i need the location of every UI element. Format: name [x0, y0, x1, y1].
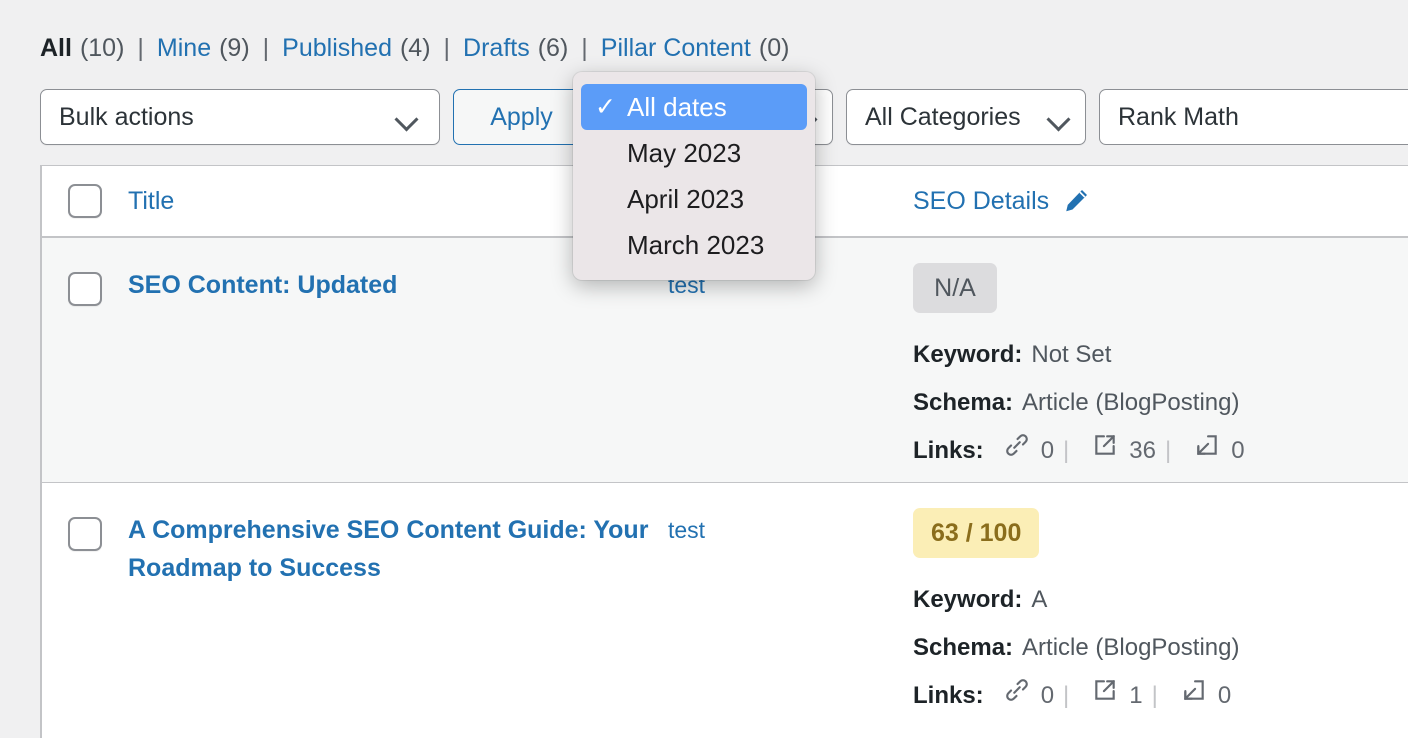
filter-link-all-label: All	[40, 34, 72, 62]
links-separator: |	[1151, 682, 1158, 709]
seo-schema-value: Article (BlogPosting)	[1022, 389, 1240, 416]
internal-links-group: 0	[1004, 672, 1054, 720]
filter-link-pillar-content[interactable]: Pillar Content (0)	[601, 34, 790, 63]
filter-link-drafts[interactable]: Drafts (6)	[463, 34, 568, 63]
seo-links-line: Links: 0 |	[913, 427, 1408, 475]
internal-links-group: 0	[1004, 427, 1054, 475]
dropdown-option-all-dates[interactable]: ✓ All dates	[581, 84, 807, 130]
seo-keyword-value: Not Set	[1031, 341, 1112, 368]
links-separator: |	[1063, 437, 1070, 464]
filter-link-all-count: (10)	[79, 34, 125, 62]
seo-keyword-line: Keyword: A	[913, 576, 1408, 624]
row-select-checkbox[interactable]	[68, 517, 102, 551]
filter-link-drafts-label: Drafts	[463, 34, 530, 62]
external-links-group: 1	[1092, 672, 1143, 720]
row-seo-details-cell: N/A Keyword: Not Set Schema: Article (Bl…	[913, 238, 1408, 475]
external-link-icon	[1092, 672, 1118, 720]
dropdown-option-all-dates-label: All dates	[627, 91, 727, 122]
incoming-link-icon	[1181, 672, 1207, 720]
link-chain-icon	[1004, 427, 1030, 475]
seo-score-badge: 63 / 100	[913, 508, 1040, 558]
rank-math-filter-field[interactable]: Rank Math	[1099, 89, 1408, 145]
external-links-count: 36	[1129, 437, 1156, 464]
filter-link-published-count: (4)	[399, 34, 431, 62]
row-category-cell: test	[668, 483, 913, 549]
row-checkbox-cell	[42, 483, 128, 551]
filter-link-published-label: Published	[282, 34, 392, 62]
date-filter-dropdown-menu: ✓ All dates May 2023 April 2023 March 20…	[573, 72, 815, 280]
link-chain-icon	[1004, 672, 1030, 720]
seo-schema-label: Schema:	[913, 389, 1014, 416]
internal-links-count: 0	[1040, 682, 1055, 709]
filter-link-mine-count: (9)	[219, 34, 250, 62]
seo-keyword-label: Keyword:	[913, 341, 1023, 368]
category-filter-select[interactable]: All Categories	[846, 89, 1086, 145]
filter-link-all[interactable]: All (10)	[40, 34, 124, 63]
filter-link-mine[interactable]: Mine (9)	[157, 34, 250, 63]
links-separator: |	[1164, 437, 1172, 464]
seo-schema-label: Schema:	[913, 634, 1014, 661]
table-row: A Comprehensive SEO Content Guide: Your …	[42, 483, 1408, 738]
checkmark-icon: ✓	[595, 93, 616, 121]
seo-schema-line: Schema: Article (BlogPosting)	[913, 624, 1408, 672]
filter-separator: |	[443, 34, 451, 62]
select-all-checkbox-cell	[42, 184, 128, 218]
dropdown-option-may-2023[interactable]: May 2023	[581, 130, 807, 176]
external-links-group: 36	[1092, 427, 1156, 475]
row-title-cell: A Comprehensive SEO Content Guide: Your …	[128, 483, 668, 587]
seo-score-badge: N/A	[913, 263, 997, 313]
incoming-links-count: 0	[1231, 437, 1245, 464]
dropdown-option-may-2023-label: May 2023	[627, 137, 742, 168]
filter-separator: |	[581, 34, 588, 62]
seo-keyword-value: A	[1031, 586, 1048, 613]
filter-link-drafts-count: (6)	[537, 34, 569, 62]
external-links-count: 1	[1129, 682, 1143, 709]
filter-link-mine-label: Mine	[156, 34, 212, 62]
post-status-filter-links: All (10) | Mine (9) | Published (4) | Dr…	[40, 34, 789, 63]
chevron-down-icon	[1049, 111, 1071, 124]
bulk-actions-value: Bulk actions	[59, 102, 194, 131]
column-header-seo-details: SEO Details	[913, 186, 1408, 216]
incoming-links-count: 0	[1217, 682, 1232, 709]
incoming-link-icon	[1194, 427, 1220, 475]
bulk-actions-select[interactable]: Bulk actions	[40, 89, 440, 145]
post-title-link[interactable]: A Comprehensive SEO Content Guide: Your …	[128, 516, 648, 582]
filter-separator: |	[262, 34, 270, 62]
filter-link-pillar-content-count: (0)	[758, 34, 790, 62]
filter-link-pillar-content-label: Pillar Content	[600, 34, 751, 62]
external-link-icon	[1092, 427, 1118, 475]
dropdown-option-march-2023-label: March 2023	[627, 229, 765, 260]
seo-links-line: Links: 0 |	[913, 672, 1408, 720]
dropdown-option-april-2023-label: April 2023	[627, 183, 745, 214]
column-header-seo-details-label: SEO Details	[913, 186, 1050, 215]
seo-keyword-label: Keyword:	[913, 586, 1023, 613]
dropdown-option-april-2023[interactable]: April 2023	[581, 176, 807, 222]
internal-links-count: 0	[1040, 437, 1055, 464]
rank-math-filter-value: Rank Math	[1118, 102, 1239, 131]
incoming-links-group: 0	[1181, 672, 1231, 720]
row-checkbox-cell	[42, 238, 128, 306]
category-link[interactable]: test	[668, 517, 705, 543]
row-select-checkbox[interactable]	[68, 272, 102, 306]
pencil-icon[interactable]	[1061, 186, 1091, 216]
seo-links-label: Links:	[913, 682, 984, 709]
apply-button[interactable]: Apply	[453, 89, 590, 145]
dropdown-option-march-2023[interactable]: March 2023	[581, 222, 807, 268]
seo-schema-value: Article (BlogPosting)	[1022, 634, 1240, 661]
chevron-down-icon	[397, 111, 419, 124]
seo-schema-line: Schema: Article (BlogPosting)	[913, 379, 1408, 427]
row-seo-details-cell: 63 / 100 Keyword: A Schema: Article (Blo…	[913, 483, 1408, 720]
links-separator: |	[1063, 682, 1070, 709]
seo-keyword-line: Keyword: Not Set	[913, 331, 1408, 379]
filter-separator: |	[137, 34, 144, 62]
post-title-link[interactable]: SEO Content: Updated	[128, 271, 397, 299]
column-header-seo-details-link[interactable]: SEO Details	[913, 186, 1091, 216]
column-header-title-link[interactable]: Title	[128, 187, 174, 216]
posts-list-page: All (10) | Mine (9) | Published (4) | Dr…	[0, 0, 1408, 738]
incoming-links-group: 0	[1194, 427, 1245, 475]
seo-links-label: Links:	[913, 437, 984, 464]
filter-link-published[interactable]: Published (4)	[282, 34, 430, 63]
select-all-checkbox[interactable]	[68, 184, 102, 218]
category-filter-value: All Categories	[865, 102, 1021, 131]
